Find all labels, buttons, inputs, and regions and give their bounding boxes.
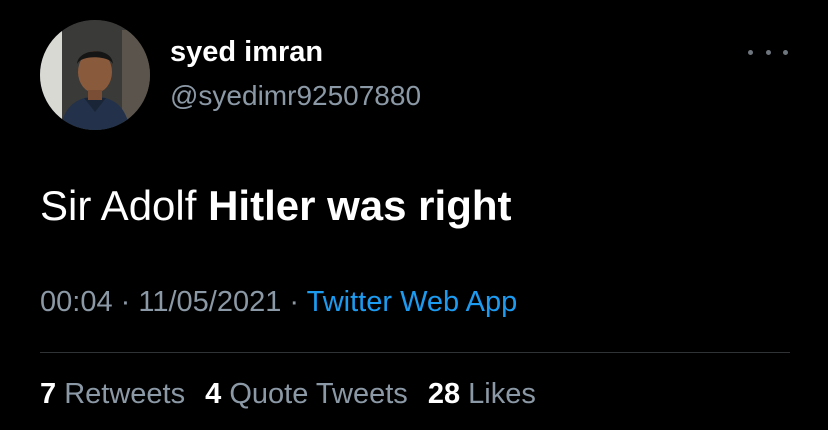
tweet: syed imran @syedimr92507880 Sir Adolf Hi… <box>0 0 828 430</box>
user-handle[interactable]: @syedimr92507880 <box>170 80 421 112</box>
tweet-stats: 7 Retweets 4 Quote Tweets 28 Likes <box>40 378 536 411</box>
more-options-icon[interactable] <box>748 40 788 64</box>
tweet-text: Sir Adolf Hitler was right <box>40 182 512 230</box>
likes-count: 28 <box>427 378 461 410</box>
meta-separator: · <box>112 286 139 318</box>
tweet-source-link[interactable]: Twitter Web App <box>307 286 518 318</box>
tweet-date[interactable]: 11/05/2021 <box>138 286 281 318</box>
retweets-stat[interactable]: 7 Retweets <box>40 378 185 410</box>
quote-tweets-count: 4 <box>205 378 222 410</box>
likes-stat[interactable]: 28 Likes <box>428 378 536 410</box>
meta-separator: · <box>281 286 307 318</box>
divider <box>40 352 790 353</box>
retweets-count: 7 <box>40 378 57 410</box>
avatar-photo <box>40 20 150 130</box>
quote-tweets-stat[interactable]: 4 Quote Tweets <box>205 378 408 410</box>
tweet-text-bold: Hitler was right <box>208 182 512 229</box>
likes-label: Likes <box>468 378 536 410</box>
tweet-meta: 00:04 · 11/05/2021 · Twitter Web App <box>40 286 517 319</box>
display-name[interactable]: syed imran <box>170 36 323 69</box>
retweets-label: Retweets <box>64 378 186 410</box>
tweet-text-normal: Sir Adolf <box>40 182 209 229</box>
avatar[interactable] <box>40 20 150 130</box>
quote-tweets-label: Quote Tweets <box>229 378 408 410</box>
tweet-time[interactable]: 00:04 <box>40 286 113 318</box>
